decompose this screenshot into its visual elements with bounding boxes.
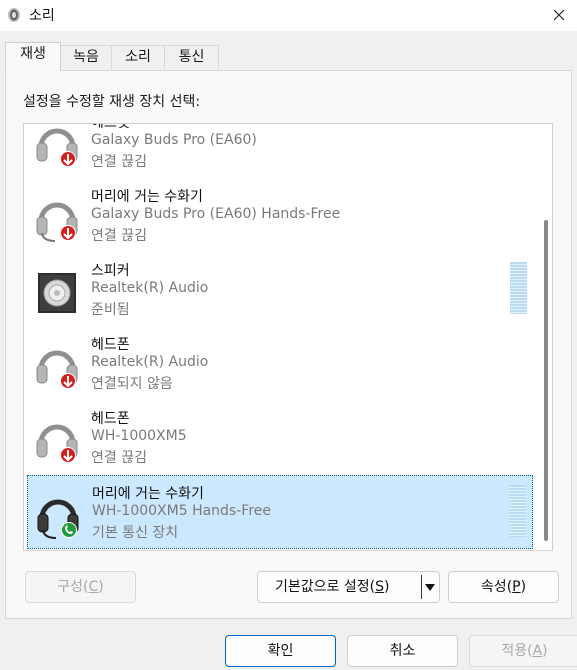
close-icon	[553, 9, 565, 21]
speaker-icon	[33, 265, 81, 317]
set-default-button[interactable]: 기본값으로 설정(S)	[257, 571, 440, 603]
device-name: 머리에 거는 수화기	[92, 486, 204, 502]
speaker-app-icon	[7, 7, 21, 23]
list-item[interactable]: 머리에 거는 수화기 Galaxy Buds Pro (EA60) Hands-…	[27, 179, 533, 253]
window-title: 소리	[29, 8, 55, 24]
device-name: 헤드셋	[91, 123, 130, 131]
device-description: WH-1000XM5	[91, 428, 187, 444]
tab-communications[interactable]: 통신	[164, 45, 219, 70]
device-name: 헤드폰	[91, 337, 130, 353]
headset-default-communication-icon	[34, 488, 82, 540]
configure-button[interactable]: 구성(C)	[25, 571, 136, 603]
device-description: WH-1000XM5 Hands-Free	[92, 503, 271, 519]
device-status: 기본 통신 장치	[92, 525, 179, 541]
list-item[interactable]: 헤드폰 WH-1000XM5 연결 끊김	[27, 401, 533, 475]
cancel-button[interactable]: 취소	[347, 635, 458, 667]
device-description: Galaxy Buds Pro (EA60)	[91, 132, 257, 148]
device-name: 헤드폰	[91, 411, 130, 427]
headphones-disconnected-icon	[33, 124, 81, 169]
close-button[interactable]	[537, 0, 577, 31]
volume-meter	[509, 485, 526, 537]
headphones-unplugged-icon	[33, 339, 81, 391]
device-list[interactable]: 헤드셋 Galaxy Buds Pro (EA60) 연결 끊김 머리에 거는 …	[23, 123, 553, 551]
title-bar: 소리	[0, 0, 577, 31]
apply-button[interactable]: 적용(A)	[469, 635, 577, 667]
properties-button[interactable]: 속성(P)	[448, 571, 559, 603]
device-status: 연결 끊김	[91, 450, 147, 466]
list-item-selected[interactable]: 머리에 거는 수화기 WH-1000XM5 Hands-Free 기본 통신 장…	[27, 475, 533, 549]
headphones-disconnected-icon	[33, 413, 81, 465]
instruction-label: 설정을 수정할 재생 장치 선택:	[23, 94, 201, 110]
scrollbar-thumb[interactable]	[544, 220, 548, 541]
device-name: 머리에 거는 수화기	[91, 189, 203, 205]
volume-meter	[510, 262, 527, 314]
device-status: 연결 끊김	[91, 228, 147, 244]
ok-button[interactable]: 확인	[225, 635, 336, 667]
device-status: 연결되지 않음	[91, 376, 173, 392]
device-description: Galaxy Buds Pro (EA60) Hands-Free	[91, 206, 341, 222]
tab-bar: 재생 녹음 소리 통신	[0, 42, 577, 71]
headset-disconnected-icon	[33, 191, 81, 243]
device-status: 연결 끊김	[91, 154, 147, 170]
tab-playback[interactable]: 재생	[5, 42, 61, 71]
list-item[interactable]: 스피커 Realtek(R) Audio 준비됨	[27, 253, 533, 327]
device-status: 준비됨	[91, 302, 130, 318]
tab-sounds[interactable]: 소리	[111, 45, 165, 70]
device-name: 스피커	[91, 263, 130, 279]
chevron-down-icon[interactable]	[425, 584, 435, 591]
device-description: Realtek(R) Audio	[91, 354, 209, 370]
tab-recording[interactable]: 녹음	[60, 45, 112, 70]
split-divider	[421, 575, 422, 599]
list-item[interactable]: 헤드셋 Galaxy Buds Pro (EA60) 연결 끊김	[27, 123, 533, 179]
list-item[interactable]: 헤드폰 Realtek(R) Audio 연결되지 않음	[27, 327, 533, 401]
device-description: Realtek(R) Audio	[91, 280, 209, 296]
